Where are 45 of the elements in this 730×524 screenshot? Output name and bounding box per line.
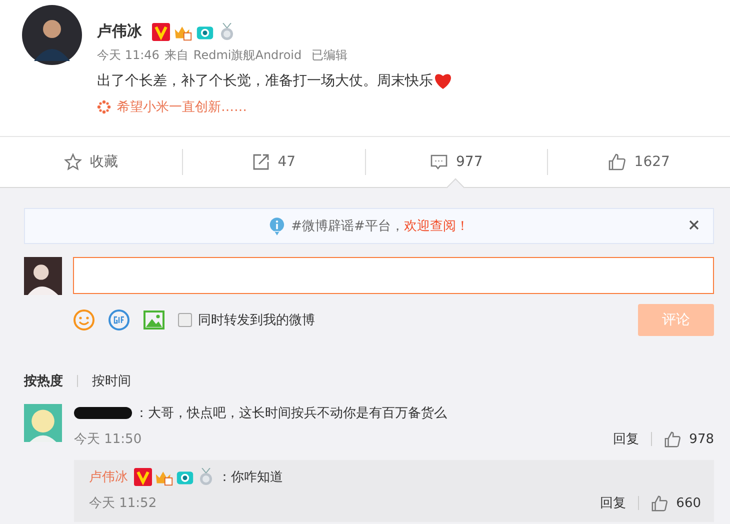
user-avatar[interactable] [24, 257, 62, 295]
reply-link[interactable]: 回复 [613, 430, 640, 448]
like-button[interactable]: 1627 [548, 137, 730, 187]
heart-icon [433, 72, 453, 90]
edited-label: 已编辑 [312, 47, 348, 64]
repost-button[interactable]: 47 [182, 137, 364, 187]
forward-checkbox[interactable] [178, 313, 192, 327]
info-icon [269, 216, 286, 236]
source-link[interactable]: Redmi旗舰Android [193, 47, 302, 64]
image-icon[interactable] [143, 309, 165, 331]
comment-input[interactable] [73, 257, 714, 294]
gif-icon[interactable] [108, 309, 130, 331]
sparkle-icon [97, 100, 111, 114]
close-button[interactable] [689, 220, 699, 230]
sort-tab[interactable]: 按热度 [24, 372, 63, 390]
like-icon[interactable] [664, 430, 682, 448]
post-time[interactable]: 今天 11:46 [97, 47, 160, 64]
emoji-icon[interactable] [73, 309, 95, 331]
verified-badge-icon [134, 468, 152, 486]
comment-icon [430, 153, 448, 171]
avatar[interactable] [22, 5, 82, 65]
medal-icon [218, 22, 236, 40]
like-icon[interactable] [651, 494, 668, 512]
source-prefix: 来自 [164, 47, 188, 64]
like-count: 978 [689, 432, 714, 446]
share-icon [252, 153, 270, 171]
author-name[interactable]: 卢伟冰 [97, 22, 142, 41]
reply-link[interactable]: 回复 [600, 494, 626, 512]
comment-text: ：大哥，快点吧，这长时间按兵不动你是有百万备货么 [135, 405, 447, 422]
reply-text: ：你咋知道 [218, 469, 283, 486]
reply-time: 今天 11:52 [89, 495, 157, 512]
notice-link[interactable]: 欢迎查阅！ [404, 217, 469, 235]
verified-badge-icon [152, 22, 170, 40]
commenter-avatar[interactable] [24, 404, 62, 442]
like-count: 660 [676, 496, 701, 510]
topic-link[interactable]: 希望小米一直创新…… [117, 98, 247, 116]
comment-time: 今天 11:50 [74, 431, 142, 448]
favorite-button[interactable]: 收藏 [0, 137, 182, 187]
star-icon [64, 153, 82, 171]
medal-icon [197, 468, 215, 486]
thumbs-up-icon [608, 153, 626, 171]
forward-label: 同时转发到我的微博 [198, 312, 315, 329]
sort-tab[interactable]: 按时间 [92, 372, 131, 390]
post-text: 出了个长差，补了个长觉，准备打一场大仗。周末快乐 [97, 72, 433, 90]
notice-text: #微博辟谣#平台， [291, 218, 404, 235]
